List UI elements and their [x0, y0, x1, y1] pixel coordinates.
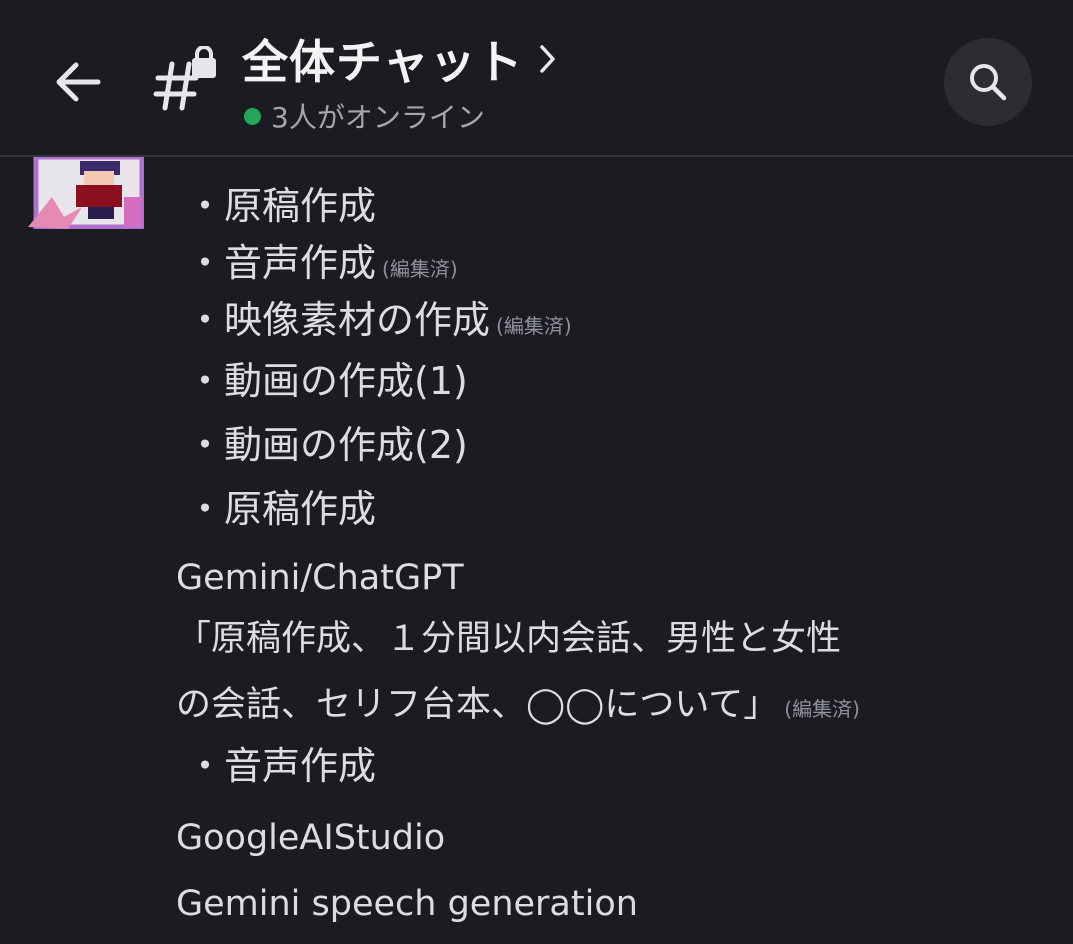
edited-tag: (編集済) [496, 314, 572, 338]
message-line: ・原稿作成 [186, 184, 377, 228]
message-line: Gemini speech generation [176, 884, 638, 924]
message-line: GoogleAIStudio [176, 818, 446, 858]
message-line: ・動画の作成(2) [186, 423, 468, 467]
edited-tag: (編集済) [784, 697, 860, 721]
message-line: ・原稿作成 [186, 487, 377, 531]
message-line: ・音声作成 (編集済) [186, 241, 458, 285]
message-line: Gemini/ChatGPT [176, 558, 464, 598]
message-line: 「原稿作成、１分間以内会話、男性と女性 [176, 619, 842, 659]
message-line: ・動画の作成(1) [186, 359, 468, 403]
message-line: ・音声作成 [186, 744, 377, 788]
message-line: の会話、セリフ台本、◯◯について」 (編集済) [176, 685, 860, 725]
message-line: ・映像素材の作成 (編集済) [186, 298, 572, 342]
message-content: ・原稿作成 ・音声作成 (編集済) ・映像素材の作成 (編集済) ・動画の作成(1)… [0, 0, 1073, 944]
edited-tag: (編集済) [382, 257, 458, 281]
